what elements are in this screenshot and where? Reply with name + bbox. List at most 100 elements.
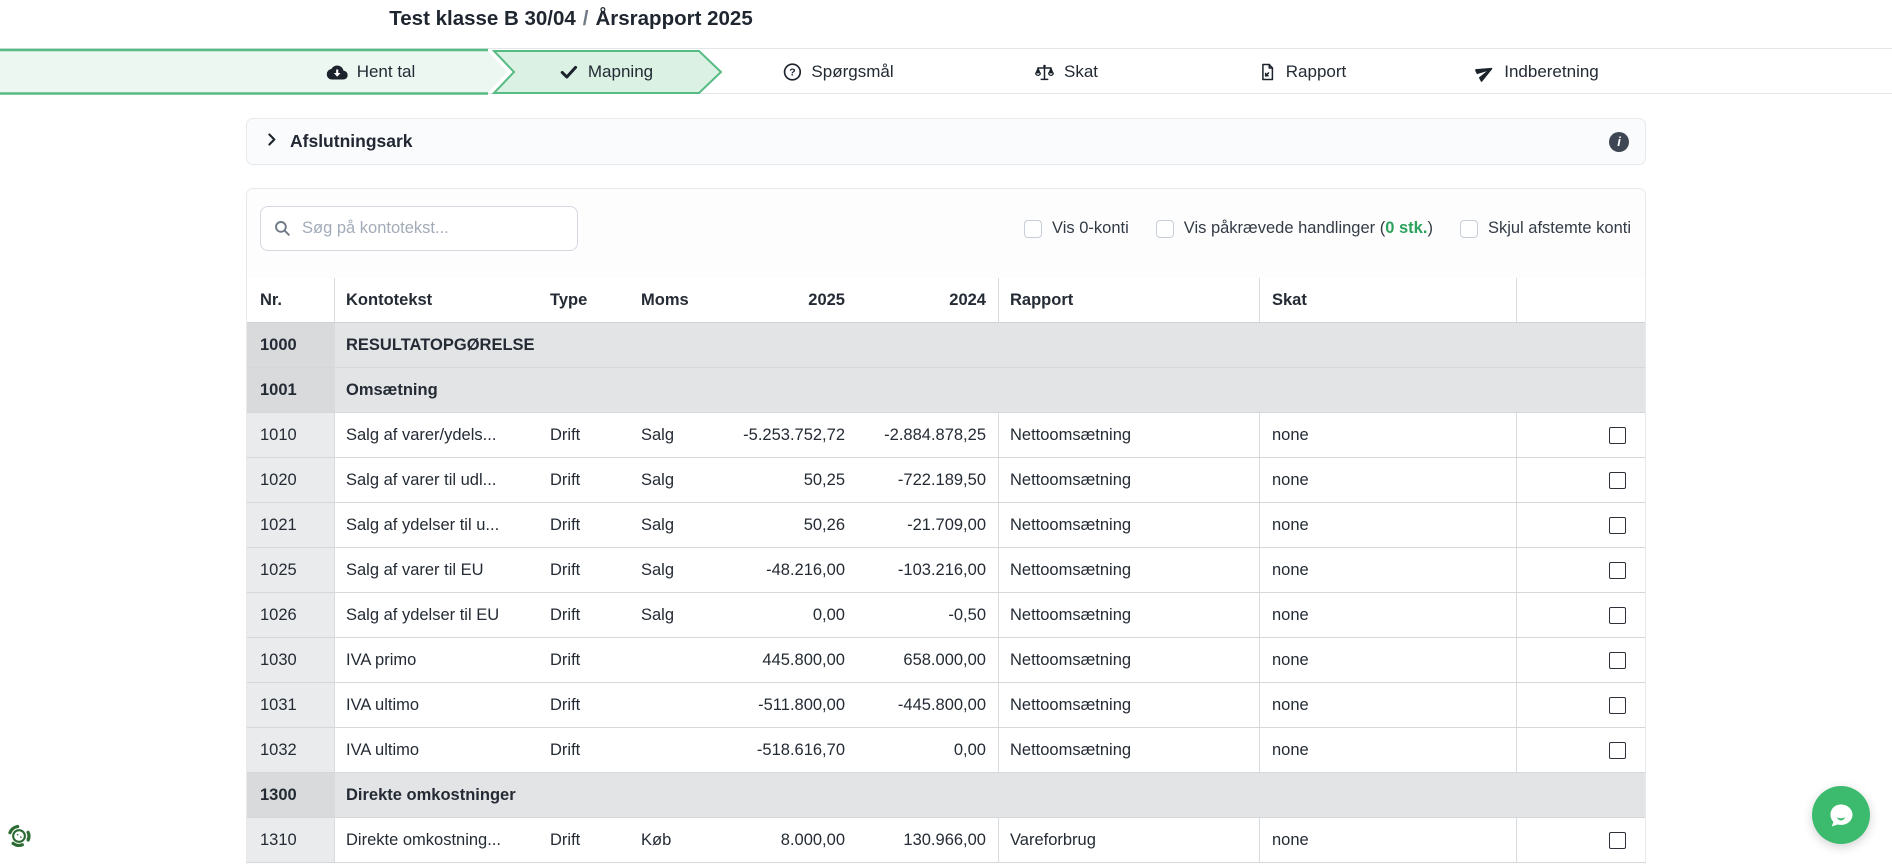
account-row[interactable]: 1031IVA ultimoDrift-511.800,00-445.800,0… — [247, 683, 1645, 728]
info-icon[interactable]: i — [1609, 132, 1629, 152]
search-box — [260, 206, 578, 251]
cell-select — [1517, 728, 1645, 772]
cell-rapport[interactable]: Vareforbrug — [999, 818, 1260, 862]
row-checkbox[interactable] — [1609, 472, 1626, 489]
cell-rapport[interactable]: Nettoomsætning — [999, 728, 1260, 772]
cell-rapport[interactable]: Nettoomsætning — [999, 593, 1260, 637]
cell-2024: -21.709,00 — [853, 503, 999, 547]
row-checkbox[interactable] — [1609, 697, 1626, 714]
cell-rapport[interactable]: Nettoomsætning — [999, 548, 1260, 592]
scales-icon — [1034, 62, 1055, 83]
row-checkbox[interactable] — [1609, 832, 1626, 849]
cell-2025: -511.800,00 — [725, 683, 853, 727]
cell-skat[interactable]: none — [1260, 818, 1517, 862]
report-document-icon — [1258, 62, 1277, 82]
cell-skat[interactable]: none — [1260, 548, 1517, 592]
filter-label-suffix: ) — [1427, 219, 1433, 237]
report-name: Årsrapport 2025 — [596, 7, 753, 30]
cell-select — [1517, 818, 1645, 862]
cell-kontotekst: Salg af varer/ydels... — [335, 413, 540, 457]
row-checkbox[interactable] — [1609, 742, 1626, 759]
tab-sp-rgsm-l[interactable]: ?Spørgsmål — [782, 49, 893, 95]
project-name: Test klasse B 30/04 — [389, 7, 576, 30]
cell-kontotekst: IVA ultimo — [335, 728, 540, 772]
account-row[interactable]: 1026Salg af ydelser til EUDriftSalg0,00-… — [247, 593, 1645, 638]
cell-2025: 445.800,00 — [725, 638, 853, 682]
cell-kontotekst: Salg af varer til EU — [335, 548, 540, 592]
cell-moms: Salg — [628, 458, 725, 502]
tab-label: Hent tal — [357, 62, 416, 82]
row-checkbox[interactable] — [1609, 607, 1626, 624]
cell-2024: -722.189,50 — [853, 458, 999, 502]
cell-skat[interactable]: none — [1260, 413, 1517, 457]
tab-label: Spørgsmål — [811, 62, 893, 82]
account-row[interactable]: 1021Salg af ydelser til u...DriftSalg50,… — [247, 503, 1645, 548]
account-row[interactable]: 1020Salg af varer til udl...DriftSalg50,… — [247, 458, 1645, 503]
search-icon — [273, 219, 292, 238]
tab-rapport[interactable]: Rapport — [1258, 49, 1346, 95]
cell-select — [1517, 458, 1645, 502]
accounts-panel: Vis 0-konti Vis påkrævede handlinger (0 s… — [246, 188, 1646, 864]
cell-select — [1517, 413, 1645, 457]
column-header-skat: Skat — [1260, 278, 1517, 322]
cell-rapport[interactable]: Nettoomsætning — [999, 638, 1260, 682]
checkbox[interactable] — [1024, 220, 1042, 238]
tab-skat[interactable]: Skat — [1034, 49, 1098, 95]
account-row[interactable]: 1025Salg af varer til EUDriftSalg-48.216… — [247, 548, 1645, 593]
cell-nr: 1000 — [247, 323, 335, 367]
cell-rapport[interactable]: Nettoomsætning — [999, 683, 1260, 727]
column-header-kontotekst: Kontotekst — [335, 278, 540, 322]
cell-2025: 8.000,00 — [725, 818, 853, 862]
cell-nr: 1300 — [247, 773, 335, 817]
cell-rapport[interactable]: Nettoomsætning — [999, 458, 1260, 502]
chevron-right-icon — [263, 131, 280, 153]
tab-indberetning[interactable]: Indberetning — [1475, 49, 1599, 95]
account-row[interactable]: 1010Salg af varer/ydels...DriftSalg-5.25… — [247, 413, 1645, 458]
cell-kontotekst: Direkte omkostning... — [335, 818, 540, 862]
filter-checkbox-vis-0-konti[interactable]: Vis 0-konti — [1024, 219, 1129, 238]
account-row[interactable]: 1032IVA ultimoDrift-518.616,700,00Nettoo… — [247, 728, 1645, 773]
filter-checkbox-skjul-afstemte-konti[interactable]: Skjul afstemte konti — [1460, 219, 1631, 238]
cell-select — [1517, 548, 1645, 592]
cell-2024: 0,00 — [853, 728, 999, 772]
cell-kontotekst: Salg af varer til udl... — [335, 458, 540, 502]
cell-2025: -5.253.752,72 — [725, 413, 853, 457]
checkbox[interactable] — [1156, 220, 1174, 238]
account-row[interactable]: 1310Direkte omkostning...DriftKøb8.000,0… — [247, 818, 1645, 863]
cell-kontotekst: IVA ultimo — [335, 683, 540, 727]
tab-label: Skat — [1064, 62, 1098, 82]
afslutningsark-label: Afslutningsark — [290, 131, 413, 152]
cookie-settings-icon[interactable] — [3, 820, 35, 852]
group-title: Direkte omkostninger — [335, 773, 1645, 817]
cell-skat[interactable]: none — [1260, 683, 1517, 727]
cell-skat[interactable]: none — [1260, 638, 1517, 682]
cell-rapport[interactable]: Nettoomsætning — [999, 503, 1260, 547]
tab-hent-tal[interactable]: Hent tal — [327, 49, 416, 95]
filter-label-prefix: Vis påkrævede handlinger ( — [1184, 219, 1385, 237]
cell-nr: 1025 — [247, 548, 335, 592]
row-checkbox[interactable] — [1609, 427, 1626, 444]
cell-skat[interactable]: none — [1260, 503, 1517, 547]
checkbox[interactable] — [1460, 220, 1478, 238]
column-header-type: Type — [540, 278, 628, 322]
filter-count-highlight: 0 stk. — [1385, 219, 1427, 237]
filter-checkbox-vis-p-kr-vede-handlinger[interactable]: Vis påkrævede handlinger (0 stk.) — [1156, 219, 1433, 238]
cell-skat[interactable]: none — [1260, 728, 1517, 772]
row-checkbox[interactable] — [1609, 652, 1626, 669]
row-checkbox[interactable] — [1609, 517, 1626, 534]
search-input[interactable] — [302, 219, 565, 238]
cell-rapport[interactable]: Nettoomsætning — [999, 413, 1260, 457]
cell-moms: Salg — [628, 548, 725, 592]
cell-moms — [628, 728, 725, 772]
afslutningsark-panel[interactable]: Afslutningsark i — [246, 118, 1646, 165]
cell-skat[interactable]: none — [1260, 458, 1517, 502]
row-checkbox[interactable] — [1609, 562, 1626, 579]
cell-2024: -103.216,00 — [853, 548, 999, 592]
tab-mapning[interactable]: Mapning — [559, 49, 653, 95]
cell-2024: -2.884.878,25 — [853, 413, 999, 457]
cloud-download-icon — [327, 62, 348, 83]
cell-nr: 1026 — [247, 593, 335, 637]
cell-skat[interactable]: none — [1260, 593, 1517, 637]
chat-launcher-button[interactable] — [1812, 786, 1870, 844]
account-row[interactable]: 1030IVA primoDrift445.800,00658.000,00Ne… — [247, 638, 1645, 683]
